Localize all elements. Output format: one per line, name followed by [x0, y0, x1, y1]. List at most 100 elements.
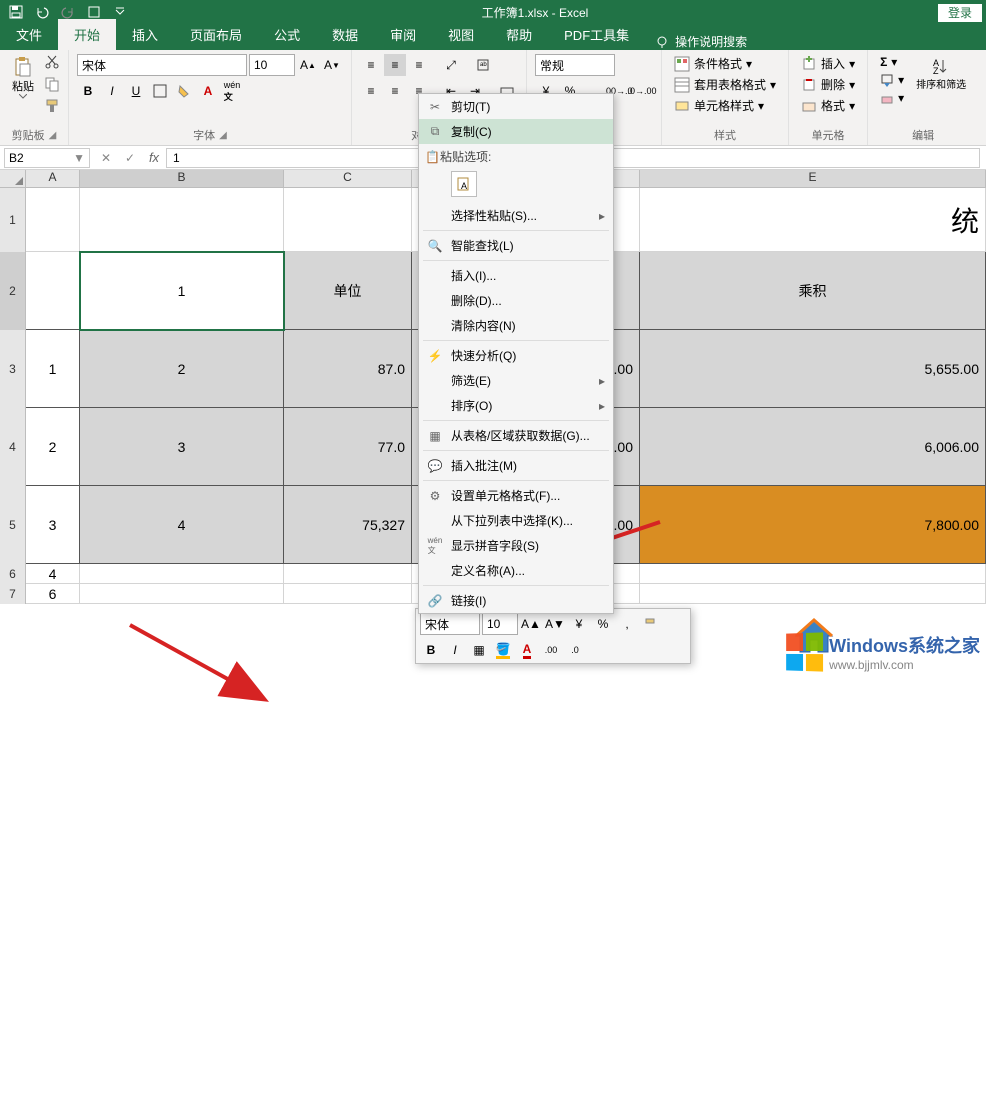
font-color-button[interactable]: A	[197, 80, 219, 102]
mini-bold[interactable]: B	[420, 639, 442, 661]
underline-button[interactable]: U	[125, 80, 147, 102]
fill-color-button[interactable]	[173, 80, 195, 102]
insert-cells-button[interactable]: 插入 ▾	[797, 54, 859, 73]
cell-e3[interactable]: 5,655.00	[640, 330, 986, 408]
mini-dec-decimal[interactable]: .0	[564, 639, 586, 661]
ctx-smart-lookup[interactable]: 🔍智能查找(L)	[419, 233, 613, 258]
ctx-from-table[interactable]: ▦从表格/区域获取数据(G)...	[419, 423, 613, 448]
ctx-insert-comment[interactable]: 💬插入批注(M)	[419, 453, 613, 478]
enter-formula-icon[interactable]: ✓	[118, 147, 142, 169]
login-button[interactable]: 登录	[938, 4, 982, 22]
cancel-formula-icon[interactable]: ✕	[94, 147, 118, 169]
cell-a6[interactable]: 4	[26, 564, 80, 584]
cell-b1[interactable]	[80, 188, 284, 252]
cell-a5[interactable]: 3	[26, 486, 80, 564]
cell-e6[interactable]	[640, 564, 986, 584]
mini-decrease-font[interactable]: A▼	[544, 613, 566, 635]
select-all-corner[interactable]	[0, 170, 26, 187]
cell-c1[interactable]	[284, 188, 412, 252]
ctx-paste-special[interactable]: 选择性粘贴(S)...▸	[419, 203, 613, 228]
ctx-format-cells[interactable]: ⚙设置单元格格式(F)...	[419, 483, 613, 508]
dialog-launcher-icon[interactable]: ◢	[49, 130, 57, 141]
mini-size-select[interactable]	[482, 613, 518, 635]
cut-button[interactable]	[44, 54, 60, 70]
bold-button[interactable]: B	[77, 80, 99, 102]
border-button[interactable]	[149, 80, 171, 102]
cell-b3[interactable]: 2	[80, 330, 284, 408]
row-header-5[interactable]: 5	[0, 486, 26, 564]
cell-b7[interactable]	[80, 584, 284, 604]
ctx-sort[interactable]: 排序(O)▸	[419, 393, 613, 418]
ctx-delete[interactable]: 删除(D)...	[419, 288, 613, 313]
mini-currency[interactable]: ¥	[568, 613, 590, 635]
align-bottom-icon[interactable]: ≡	[408, 54, 430, 76]
row-header-1[interactable]: 1	[0, 188, 26, 252]
mini-increase-font[interactable]: A▲	[520, 613, 542, 635]
cell-b4[interactable]: 3	[80, 408, 284, 486]
wrap-text-button[interactable]: ab	[472, 54, 494, 76]
tab-view[interactable]: 视图	[432, 19, 490, 50]
cell-a4[interactable]: 2	[26, 408, 80, 486]
mini-comma[interactable]: ,	[616, 613, 638, 635]
cell-e1[interactable]: 统	[640, 188, 986, 252]
mini-font-select[interactable]	[420, 613, 480, 635]
cell-c2[interactable]: 单位	[284, 252, 412, 330]
cell-c3[interactable]: 87.0	[284, 330, 412, 408]
row-header-3[interactable]: 3	[0, 330, 26, 408]
col-header-e[interactable]: E	[640, 170, 986, 187]
orientation-icon[interactable]: ⤢	[440, 54, 462, 76]
row-header-6[interactable]: 6	[0, 564, 26, 584]
ctx-filter[interactable]: 筛选(E)▸	[419, 368, 613, 393]
ctx-link[interactable]: 🔗链接(I)	[419, 588, 613, 613]
cell-a1[interactable]	[26, 188, 80, 252]
paste-button[interactable]: 粘贴	[8, 54, 38, 101]
ctx-insert[interactable]: 插入(I)...	[419, 263, 613, 288]
ctx-dropdown-pick[interactable]: 从下拉列表中选择(K)...	[419, 508, 613, 533]
cell-c7[interactable]	[284, 584, 412, 604]
cell-a3[interactable]: 1	[26, 330, 80, 408]
tab-layout[interactable]: 页面布局	[174, 19, 258, 50]
autosum-button[interactable]: Σ ▾	[876, 54, 908, 70]
col-header-a[interactable]: A	[26, 170, 80, 187]
tab-review[interactable]: 审阅	[374, 19, 432, 50]
cell-e4[interactable]: 6,006.00	[640, 408, 986, 486]
cell-c4[interactable]: 77.0	[284, 408, 412, 486]
decrease-font-icon[interactable]: A▼	[321, 54, 343, 76]
mini-italic[interactable]: I	[444, 639, 466, 661]
mini-font-color[interactable]: A	[516, 639, 538, 661]
sort-filter-button[interactable]: AZ 排序和筛选	[912, 54, 970, 93]
font-size-select[interactable]	[249, 54, 295, 76]
mini-border[interactable]: ▦	[468, 639, 490, 661]
mini-percent[interactable]: %	[592, 613, 614, 635]
mini-format-painter[interactable]	[640, 613, 662, 635]
ctx-define-name[interactable]: 定义名称(A)...	[419, 558, 613, 583]
ctx-quick-analysis[interactable]: ⚡快速分析(Q)	[419, 343, 613, 368]
dialog-launcher-icon[interactable]: ◢	[219, 130, 227, 141]
tab-file[interactable]: 文件	[0, 19, 58, 50]
font-name-select[interactable]	[77, 54, 247, 76]
clear-button[interactable]: ▾	[876, 90, 908, 106]
row-header-2[interactable]: 2	[0, 252, 26, 330]
tab-insert[interactable]: 插入	[116, 19, 174, 50]
name-box[interactable]: B2▼	[4, 148, 90, 168]
tab-data[interactable]: 数据	[316, 19, 374, 50]
cell-e7[interactable]	[640, 584, 986, 604]
ctx-clear[interactable]: 清除内容(N)	[419, 313, 613, 338]
cell-a7[interactable]: 6	[26, 584, 80, 604]
conditional-format-button[interactable]: 条件格式 ▾	[670, 54, 780, 73]
cell-styles-button[interactable]: 单元格样式 ▾	[670, 96, 780, 115]
paste-keep-source-button[interactable]: A	[451, 171, 477, 197]
ctx-show-pinyin[interactable]: wén文显示拼音字段(S)	[419, 533, 613, 558]
increase-font-icon[interactable]: A▲	[297, 54, 319, 76]
tab-pdf[interactable]: PDF工具集	[548, 19, 645, 50]
delete-cells-button[interactable]: 删除 ▾	[797, 75, 859, 94]
italic-button[interactable]: I	[101, 80, 123, 102]
align-center-icon[interactable]: ≡	[384, 80, 406, 102]
align-middle-icon[interactable]: ≡	[384, 54, 406, 76]
format-painter-button[interactable]	[44, 98, 60, 114]
cell-b6[interactable]	[80, 564, 284, 584]
table-format-button[interactable]: 套用表格格式 ▾	[670, 75, 780, 94]
tab-home[interactable]: 开始	[58, 19, 116, 50]
cell-c5[interactable]: 75,327	[284, 486, 412, 564]
copy-button[interactable]	[44, 76, 60, 92]
